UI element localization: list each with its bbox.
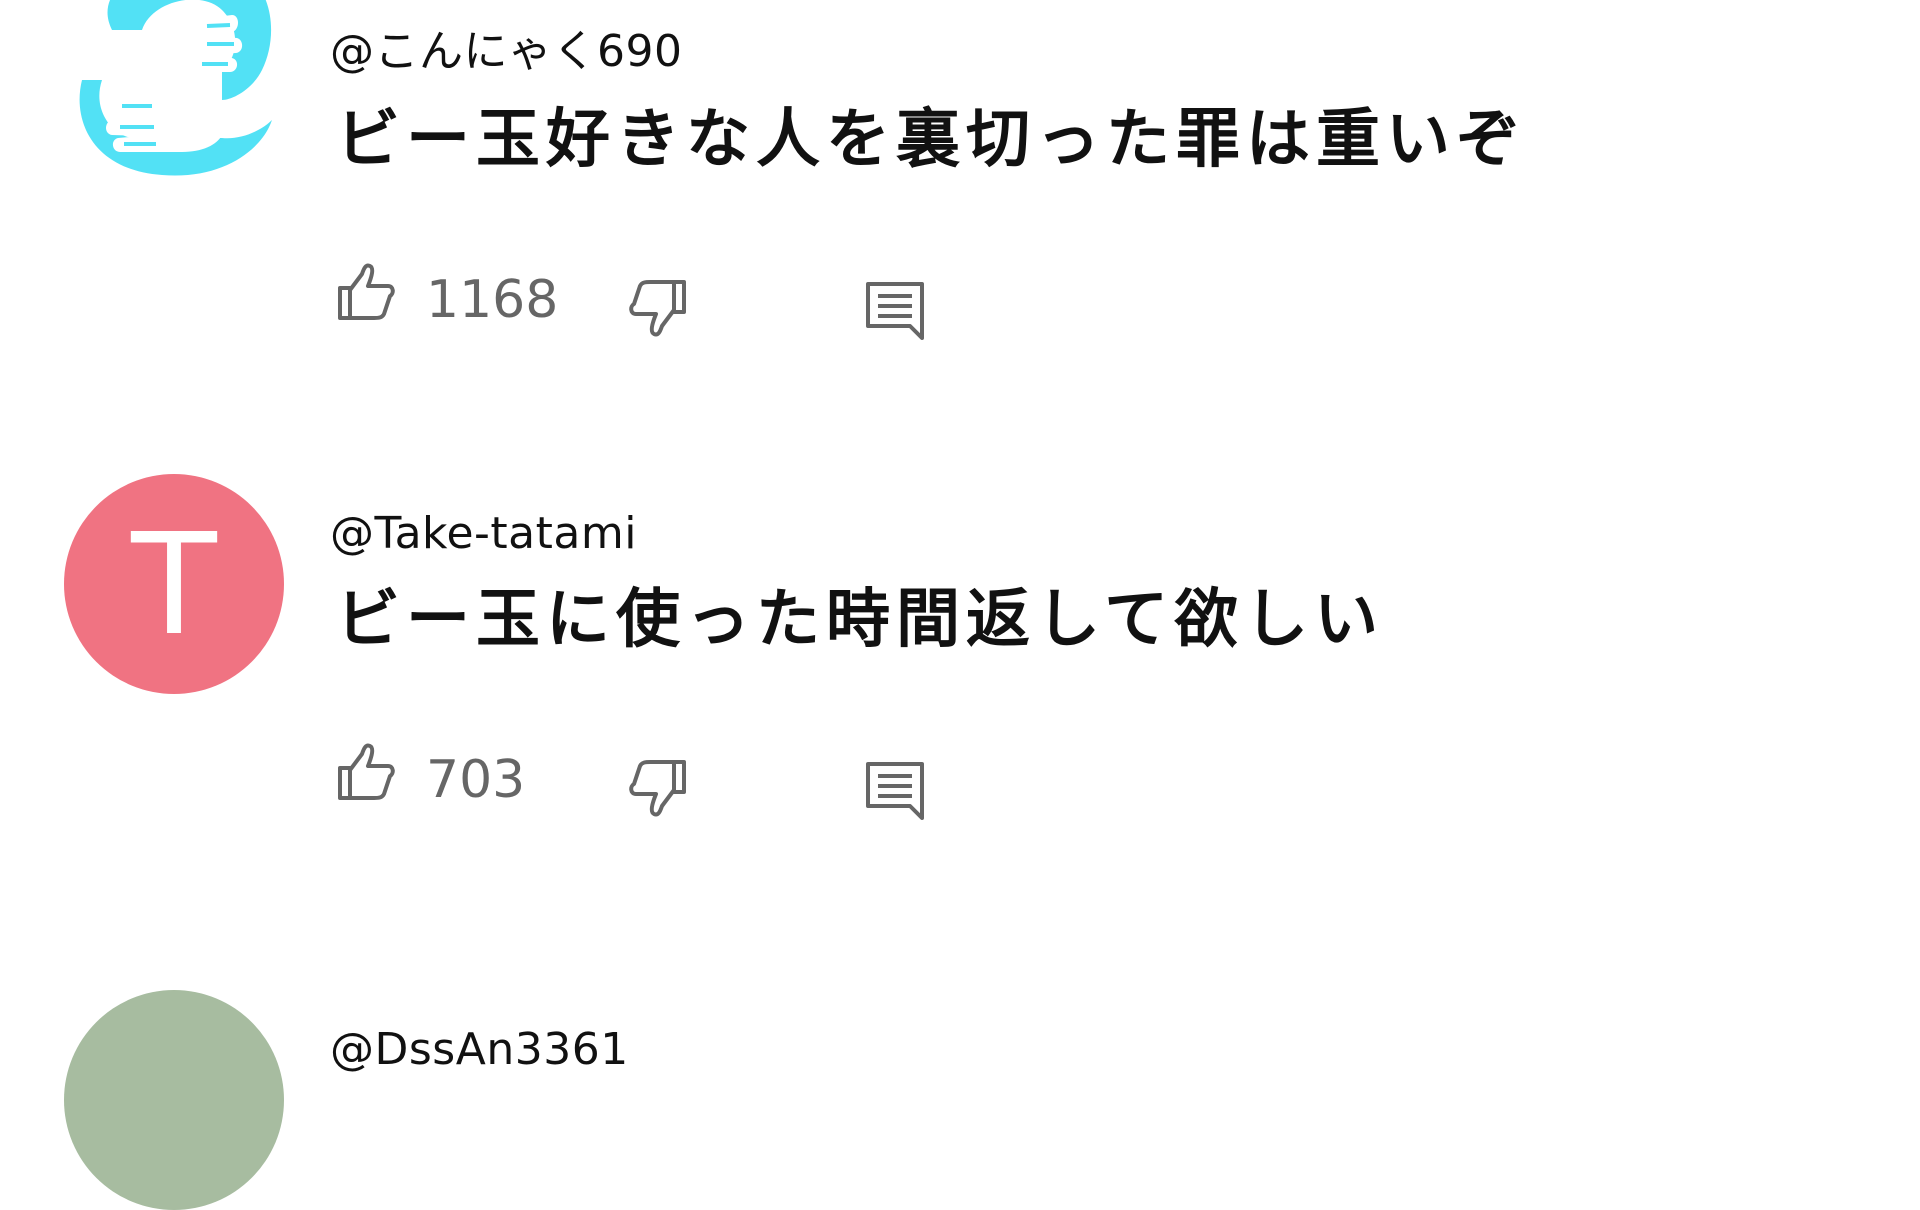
like-count: 703	[426, 750, 526, 810]
comment-reply-icon[interactable]	[864, 280, 928, 344]
thumbs-down-icon[interactable]	[626, 276, 690, 340]
hands-logo-icon	[79, 0, 272, 176]
avatar[interactable]	[72, 0, 272, 180]
comment-actions: 703	[330, 736, 1030, 820]
comment-author-handle[interactable]: @Take-tatami	[330, 512, 637, 556]
comment-text: ビー玉に使った時間返して欲しい	[336, 582, 1385, 657]
comment-author-handle[interactable]: @こんにゃく690	[330, 30, 682, 74]
thumbs-up-icon[interactable]	[334, 740, 398, 804]
like-count: 1168	[426, 270, 559, 330]
comment-actions: 1168	[330, 256, 1030, 340]
avatar[interactable]	[64, 990, 284, 1210]
avatar[interactable]: T	[64, 474, 284, 694]
avatar-letter: T	[131, 504, 217, 667]
comment-text: ビー玉好きな人を裏切った罪は重いぞ	[336, 102, 1526, 177]
thumbs-down-icon[interactable]	[626, 756, 690, 820]
comment-author-handle[interactable]: @DssAn3361	[330, 1028, 629, 1072]
thumbs-up-icon[interactable]	[334, 260, 398, 324]
comment-reply-icon[interactable]	[864, 760, 928, 824]
